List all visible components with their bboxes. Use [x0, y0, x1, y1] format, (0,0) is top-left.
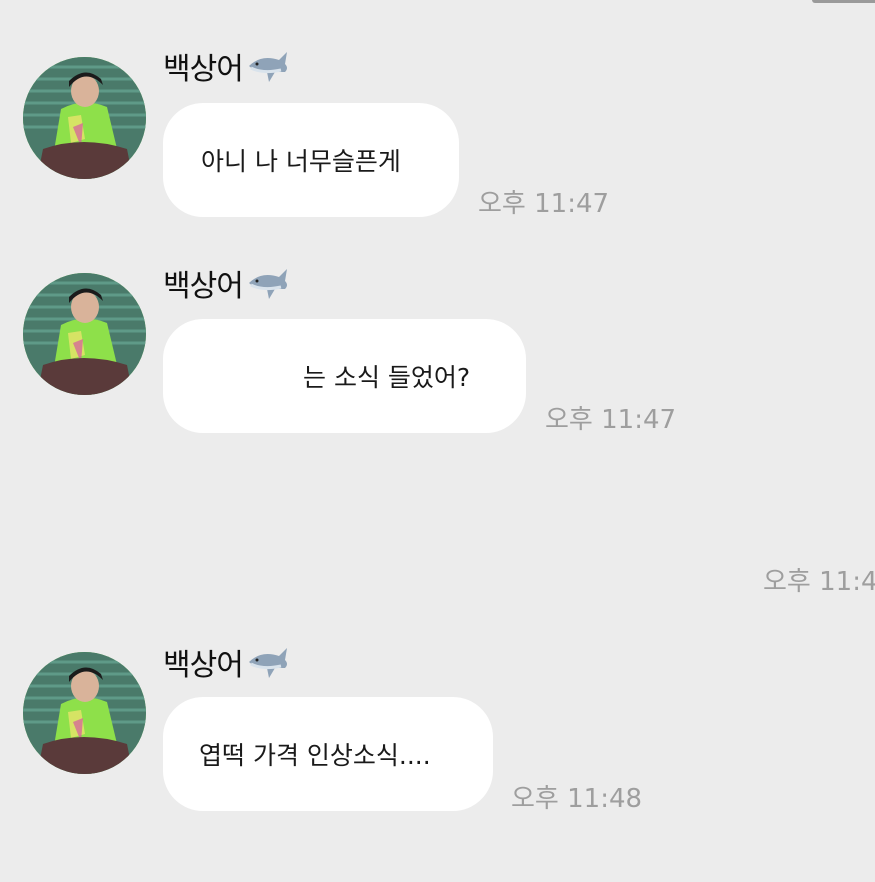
message-bubble[interactable]: 는 소식 들었어?	[163, 319, 526, 433]
sender-name-text: 백상어	[163, 648, 244, 683]
sender-name: 백상어	[163, 642, 291, 683]
timestamp: 오후 11:47	[478, 189, 610, 219]
message-text: 엽떡 가격 인상소식....	[199, 741, 431, 770]
shark-icon	[248, 269, 287, 299]
message-bubble[interactable]: 엽떡 가격 인상소식....	[163, 697, 493, 811]
message-text: 아니 나 너무슬픈게	[201, 147, 401, 176]
profile-photo-icon	[23, 57, 146, 179]
avatar[interactable]	[23, 273, 146, 395]
shark-icon	[248, 52, 287, 82]
profile-photo-icon	[23, 652, 146, 774]
timestamp: 오후 11:48	[511, 784, 643, 814]
sender-name: 백상어	[163, 263, 291, 304]
avatar[interactable]	[23, 652, 146, 774]
profile-photo-icon	[23, 273, 146, 395]
timestamp: 오후 11:4	[763, 567, 875, 597]
sender-name: 백상어	[163, 46, 291, 87]
sender-name-text: 백상어	[163, 52, 244, 87]
message-bubble[interactable]: 아니 나 너무슬픈게	[163, 103, 459, 217]
message-text: 는 소식 들었어?	[303, 363, 471, 392]
timestamp: 오후 11:47	[545, 405, 677, 435]
avatar[interactable]	[23, 57, 146, 179]
shark-icon	[248, 648, 287, 678]
window-edge-line	[812, 0, 875, 3]
sender-name-text: 백상어	[163, 269, 244, 304]
